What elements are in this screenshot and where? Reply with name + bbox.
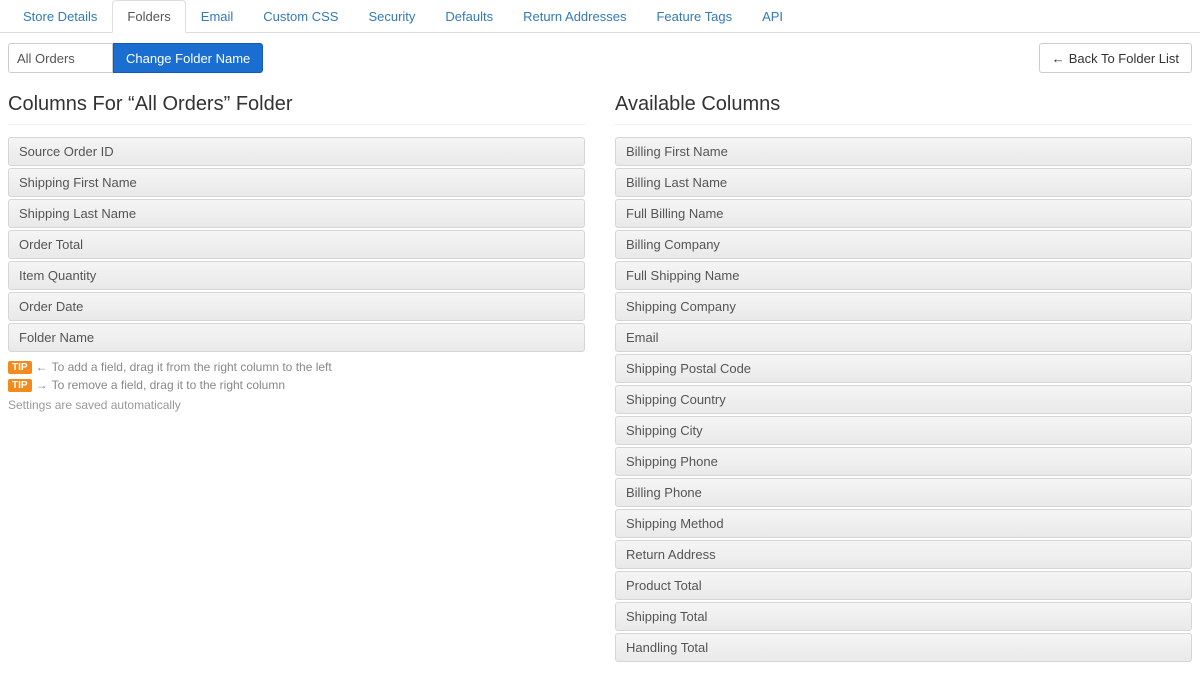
selected-columns-list[interactable]: Source Order IDShipping First NameShippi… bbox=[8, 137, 585, 352]
selected-columns-heading: Columns For “All Orders” Folder bbox=[8, 93, 585, 125]
tab-custom-css[interactable]: Custom CSS bbox=[248, 0, 353, 33]
tab-security[interactable]: Security bbox=[353, 0, 430, 33]
change-folder-name-button[interactable]: Change Folder Name bbox=[113, 43, 263, 73]
tip-add-text: To add a field, drag it from the right c… bbox=[52, 360, 332, 374]
arrow-right-icon: → bbox=[36, 378, 48, 392]
column-item[interactable]: Shipping Postal Code bbox=[615, 354, 1192, 383]
autosave-note: Settings are saved automatically bbox=[8, 398, 585, 412]
column-item[interactable]: Shipping Total bbox=[615, 602, 1192, 631]
column-item[interactable]: Shipping Phone bbox=[615, 447, 1192, 476]
column-item[interactable]: Shipping Method bbox=[615, 509, 1192, 538]
columns-layout: Columns For “All Orders” Folder Source O… bbox=[0, 83, 1200, 684]
column-item[interactable]: Shipping Company bbox=[615, 292, 1192, 321]
column-item[interactable]: Return Address bbox=[615, 540, 1192, 569]
column-item[interactable]: Full Shipping Name bbox=[615, 261, 1192, 290]
folder-toolbar: Change Folder Name ← Back To Folder List bbox=[0, 33, 1200, 83]
tip-add: TIP ← To add a field, drag it from the r… bbox=[8, 360, 585, 374]
column-item[interactable]: Billing Phone bbox=[615, 478, 1192, 507]
tab-folders[interactable]: Folders bbox=[112, 0, 185, 33]
column-item[interactable]: Billing Company bbox=[615, 230, 1192, 259]
back-to-folder-list-button[interactable]: ← Back To Folder List bbox=[1039, 43, 1192, 73]
tip-badge: TIP bbox=[8, 379, 32, 392]
column-item[interactable]: Item Quantity bbox=[8, 261, 585, 290]
tip-remove: TIP → To remove a field, drag it to the … bbox=[8, 378, 585, 392]
selected-columns-panel: Columns For “All Orders” Folder Source O… bbox=[8, 93, 585, 664]
column-item[interactable]: Handling Total bbox=[615, 633, 1192, 662]
column-item[interactable]: Shipping Last Name bbox=[8, 199, 585, 228]
folder-name-input[interactable] bbox=[8, 43, 113, 73]
column-item[interactable]: Billing Last Name bbox=[615, 168, 1192, 197]
arrow-left-icon: ← bbox=[36, 360, 48, 374]
available-columns-panel: Available Columns Billing First NameBill… bbox=[615, 93, 1192, 664]
column-item[interactable]: Product Total bbox=[615, 571, 1192, 600]
column-item[interactable]: Full Billing Name bbox=[615, 199, 1192, 228]
column-item[interactable]: Source Order ID bbox=[8, 137, 585, 166]
tip-remove-text: To remove a field, drag it to the right … bbox=[52, 378, 285, 392]
column-item[interactable]: Order Total bbox=[8, 230, 585, 259]
column-item[interactable]: Order Date bbox=[8, 292, 585, 321]
available-columns-heading: Available Columns bbox=[615, 93, 1192, 125]
column-item[interactable]: Shipping Country bbox=[615, 385, 1192, 414]
tab-return-addresses[interactable]: Return Addresses bbox=[508, 0, 641, 33]
column-item[interactable]: Shipping City bbox=[615, 416, 1192, 445]
column-item[interactable]: Billing First Name bbox=[615, 137, 1192, 166]
tab-store-details[interactable]: Store Details bbox=[8, 0, 112, 33]
tab-api[interactable]: API bbox=[747, 0, 798, 33]
column-item[interactable]: Email bbox=[615, 323, 1192, 352]
tab-defaults[interactable]: Defaults bbox=[430, 0, 508, 33]
column-item[interactable]: Folder Name bbox=[8, 323, 585, 352]
tab-feature-tags[interactable]: Feature Tags bbox=[641, 0, 747, 33]
available-columns-list[interactable]: Billing First NameBilling Last NameFull … bbox=[615, 137, 1192, 662]
settings-tabs: Store DetailsFoldersEmailCustom CSSSecur… bbox=[0, 0, 1200, 33]
back-button-label: Back To Folder List bbox=[1069, 51, 1179, 66]
tip-badge: TIP bbox=[8, 361, 32, 374]
tab-email[interactable]: Email bbox=[186, 0, 249, 33]
tips-section: TIP ← To add a field, drag it from the r… bbox=[8, 360, 585, 412]
column-item[interactable]: Shipping First Name bbox=[8, 168, 585, 197]
arrow-left-icon: ← bbox=[1052, 51, 1065, 66]
